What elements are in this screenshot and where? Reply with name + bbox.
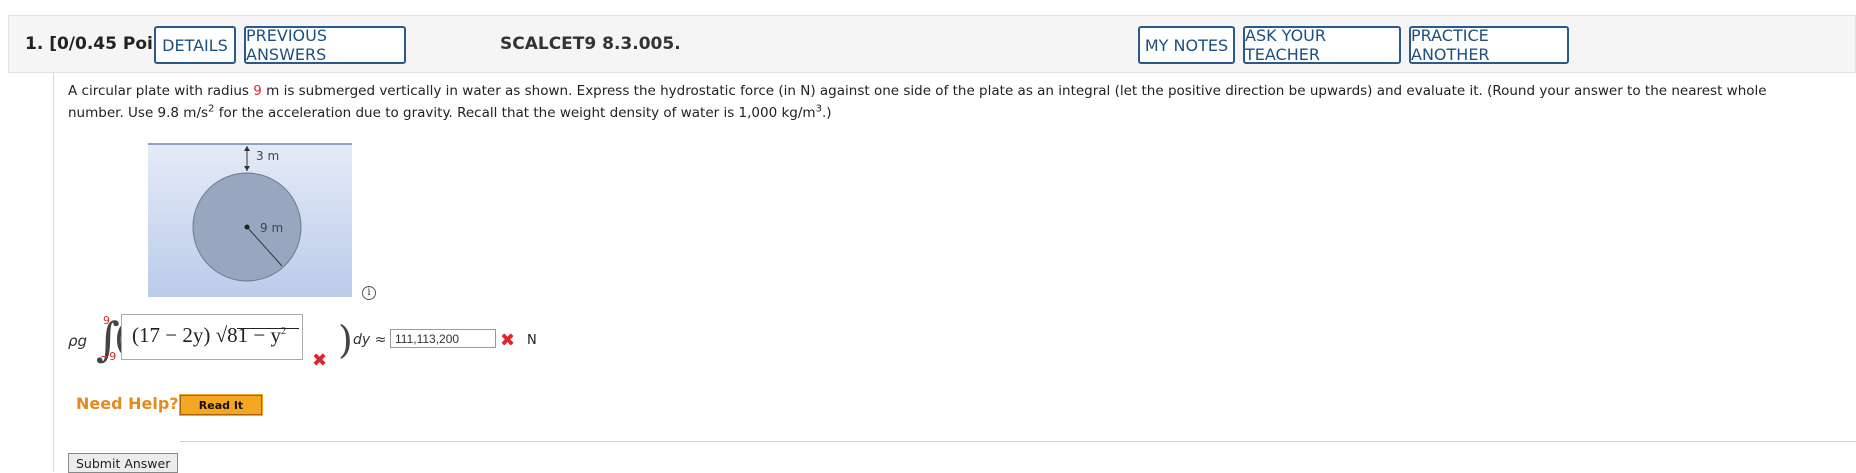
section-divider <box>180 441 1856 442</box>
integrand-input[interactable]: (17 − 2y) √81 − y2 <box>121 314 303 360</box>
question-text-part: .) <box>821 105 832 121</box>
problem-code: SCALCET9 8.3.005. <box>500 34 681 54</box>
previous-answers-button[interactable]: PREVIOUS ANSWERS <box>244 26 406 64</box>
question-text-part: A circular plate with radius <box>68 83 254 99</box>
practice-another-button[interactable]: PRACTICE ANOTHER <box>1409 26 1569 64</box>
plate-diagram <box>192 146 302 282</box>
details-button[interactable]: DETAILS <box>154 26 236 64</box>
integrand-expression: (17 − 2y) √81 − y2 <box>132 323 286 348</box>
integrand-factor: (17 − 2y) <box>132 323 211 347</box>
question-text-part: for the acceleration due to gravity. Rec… <box>214 105 816 121</box>
unit-label: N <box>527 333 537 348</box>
ask-your-teacher-button[interactable]: ASK YOUR TEACHER <box>1243 26 1401 64</box>
result-input[interactable] <box>390 329 496 348</box>
sqrt-symbol: √ <box>215 323 228 347</box>
info-icon[interactable]: i <box>362 286 376 300</box>
close-parenthesis: ) <box>338 318 353 362</box>
my-notes-button[interactable]: MY NOTES <box>1138 26 1235 64</box>
plate-center-dot <box>244 224 250 230</box>
rho-g-prefix: ρg <box>68 332 88 350</box>
depth-arrowhead-up <box>244 146 250 151</box>
radicand: 81 − y <box>227 323 281 347</box>
radius-label: 9 m <box>260 221 284 235</box>
read-it-button[interactable]: Read It <box>179 394 263 416</box>
radius-value: 9 <box>253 83 262 99</box>
depth-label: 3 m <box>256 149 280 163</box>
submit-answer-button[interactable]: Submit Answer <box>68 453 179 473</box>
differential-label: dy ≈ <box>353 332 387 348</box>
incorrect-icon: ✖ <box>312 350 328 371</box>
need-help-label: Need Help? <box>76 394 179 413</box>
plate-figure: 3 m 9 m <box>148 143 354 297</box>
question-header-bar: 1. [0/0.45 Points] DETAILS PREVIOUS ANSW… <box>8 15 1856 73</box>
integral-answer-row: ρg ∫ 9 −9 ( (17 − 2y) √81 − y2 ✖ ) dy ≈ … <box>68 310 588 371</box>
depth-arrowhead-down <box>244 166 250 171</box>
sqrt-vinculum <box>237 328 299 329</box>
question-text: A circular plate with radius 9 m is subm… <box>68 80 1808 124</box>
upper-limit: 9 <box>103 314 110 327</box>
incorrect-icon: ✖ <box>500 330 516 351</box>
question-left-border <box>53 73 54 472</box>
